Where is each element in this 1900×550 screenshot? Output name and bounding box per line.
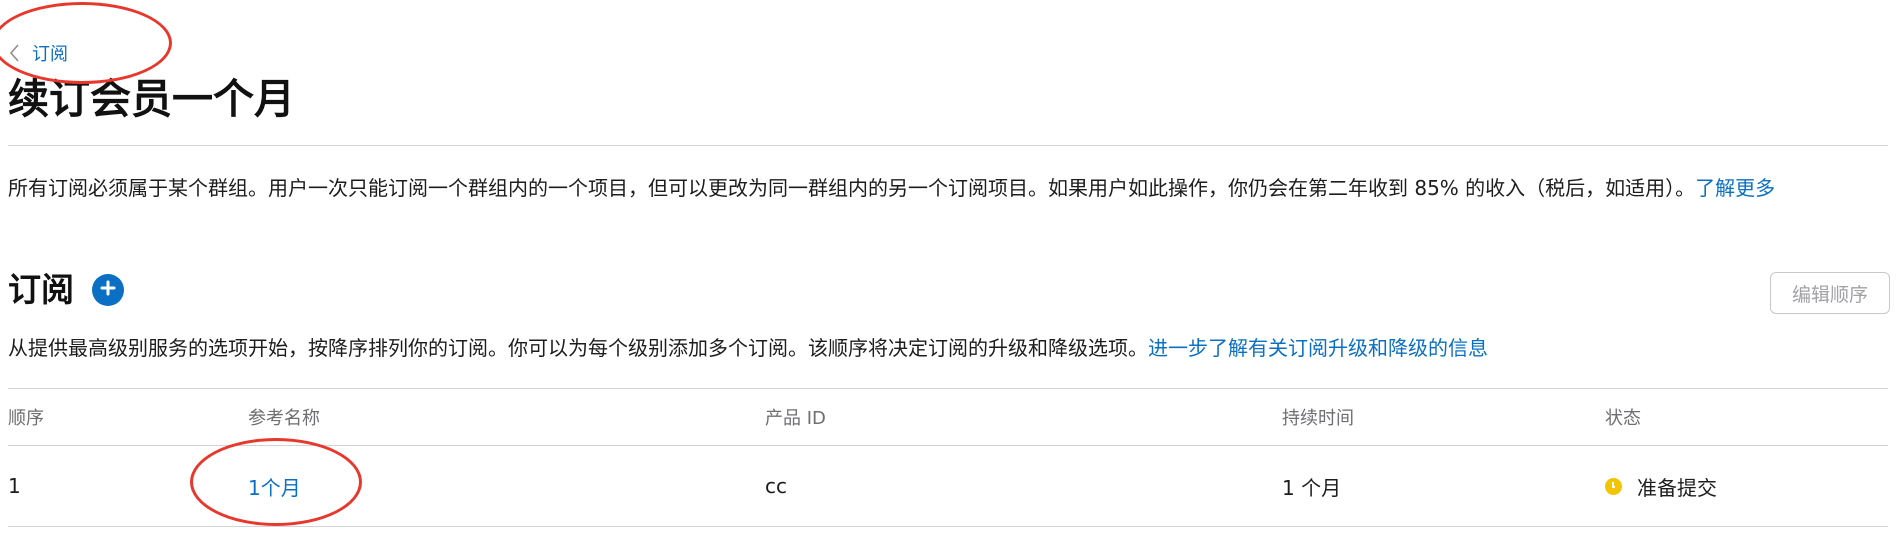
learn-more-link[interactable]: 了解更多 (1695, 176, 1775, 200)
back-link-label: 订阅 (32, 44, 68, 65)
subscriptions-header: 订阅 (8, 268, 124, 312)
table-row[interactable]: 1 1个月 cc 1 个月 准备提交 (8, 445, 1888, 527)
chevron-left-icon (8, 43, 20, 63)
cell-status: 准备提交 (1605, 446, 1717, 526)
plus-circle-icon (100, 280, 116, 300)
column-header-order: 顺序 (8, 408, 44, 429)
upgrade-downgrade-learn-more-link[interactable]: 进一步了解有关订阅升级和降级的信息 (1148, 336, 1488, 360)
clock-status-icon (1605, 477, 1622, 495)
cell-duration: 1 个月 (1282, 475, 1342, 500)
column-header-reference-name: 参考名称 (248, 408, 320, 429)
group-description: 所有订阅必须属于某个群组。用户一次只能订阅一个群组内的一个项目，但可以更改为同一… (8, 174, 1898, 202)
subscriptions-table: 顺序 参考名称 产品 ID 持续时间 状态 1 1个月 cc 1 个月 准备提交 (8, 388, 1888, 527)
subscriptions-title: 订阅 (8, 270, 74, 309)
title-divider (8, 145, 1888, 146)
subscriptions-description-text: 从提供最高级别服务的选项开始，按降序排列你的订阅。你可以为每个级别添加多个订阅。… (8, 336, 1148, 360)
cell-reference-name: 1个月 (248, 446, 301, 526)
cell-product-id: cc (765, 474, 787, 498)
status-label: 准备提交 (1637, 475, 1717, 500)
add-subscription-button[interactable] (92, 274, 124, 306)
table-header-row: 顺序 参考名称 产品 ID 持续时间 状态 (8, 388, 1888, 445)
cell-order: 1 (8, 474, 21, 498)
back-link[interactable]: 订阅 (8, 40, 68, 66)
subscriptions-description: 从提供最高级别服务的选项开始，按降序排列你的订阅。你可以为每个级别添加多个订阅。… (8, 334, 1488, 362)
reference-name-link[interactable]: 1个月 (248, 472, 301, 501)
page-title: 续订会员一个月 (8, 75, 295, 123)
column-header-status: 状态 (1605, 408, 1641, 429)
column-header-duration: 持续时间 (1282, 408, 1354, 429)
edit-order-button[interactable]: 编辑顺序 (1770, 272, 1890, 314)
group-description-text: 所有订阅必须属于某个群组。用户一次只能订阅一个群组内的一个项目，但可以更改为同一… (8, 176, 1696, 200)
subscription-group-page: 订阅 续订会员一个月 所有订阅必须属于某个群组。用户一次只能订阅一个群组内的一个… (0, 0, 1900, 550)
column-header-product-id: 产品 ID (765, 408, 826, 429)
